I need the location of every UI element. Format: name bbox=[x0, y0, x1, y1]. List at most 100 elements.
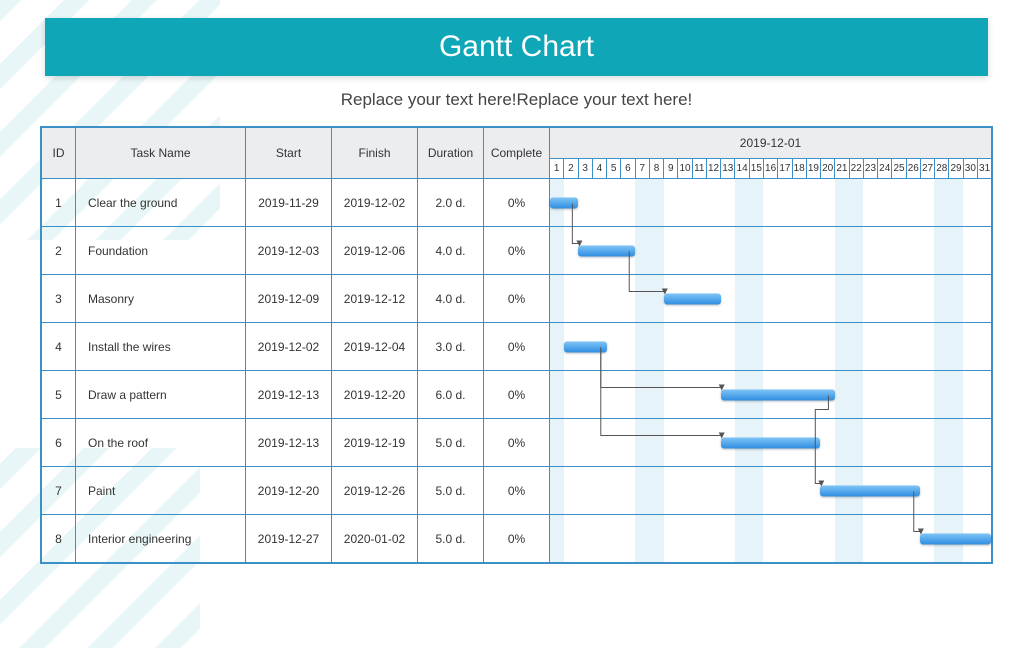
cell-complete: 0% bbox=[484, 227, 550, 275]
timeline-day-label: 7 bbox=[635, 159, 649, 178]
cell-duration: 5.0 d. bbox=[418, 419, 484, 467]
gantt-chart: ID Task Name Start Finish Duration Compl… bbox=[40, 126, 993, 564]
cell-id: 4 bbox=[42, 323, 76, 371]
timeline-cell bbox=[550, 515, 992, 563]
cell-complete: 0% bbox=[484, 467, 550, 515]
timeline-days-header: 1234567891011121314151617181920212223242… bbox=[550, 159, 992, 179]
cell-start: 2019-12-02 bbox=[246, 323, 332, 371]
cell-start: 2019-12-20 bbox=[246, 467, 332, 515]
header-finish: Finish bbox=[332, 128, 418, 179]
cell-duration: 2.0 d. bbox=[418, 179, 484, 227]
timeline-day-label: 24 bbox=[877, 159, 891, 178]
cell-complete: 0% bbox=[484, 371, 550, 419]
gantt-bar[interactable] bbox=[721, 389, 835, 400]
timeline-day-label: 20 bbox=[820, 159, 834, 178]
cell-finish: 2019-12-04 bbox=[332, 323, 418, 371]
cell-task: Foundation bbox=[76, 227, 246, 275]
gantt-bar[interactable] bbox=[721, 437, 821, 448]
timeline-day-label: 2 bbox=[563, 159, 577, 178]
gantt-bar[interactable] bbox=[564, 341, 607, 352]
timeline-day-label: 11 bbox=[692, 159, 706, 178]
gantt-bar[interactable] bbox=[920, 533, 991, 544]
cell-duration: 3.0 d. bbox=[418, 323, 484, 371]
header-id: ID bbox=[42, 128, 76, 179]
cell-duration: 6.0 d. bbox=[418, 371, 484, 419]
timeline-day-label: 13 bbox=[720, 159, 734, 178]
timeline-day-label: 5 bbox=[606, 159, 620, 178]
timeline-day-label: 9 bbox=[663, 159, 677, 178]
cell-finish: 2019-12-02 bbox=[332, 179, 418, 227]
timeline-month-label: 2019-12-01 bbox=[550, 128, 992, 159]
timeline-day-label: 6 bbox=[620, 159, 634, 178]
timeline-day-label: 27 bbox=[920, 159, 934, 178]
gantt-table: ID Task Name Start Finish Duration Compl… bbox=[41, 127, 992, 563]
timeline-day-label: 14 bbox=[734, 159, 748, 178]
cell-task: Paint bbox=[76, 467, 246, 515]
cell-start: 2019-12-13 bbox=[246, 419, 332, 467]
cell-id: 1 bbox=[42, 179, 76, 227]
timeline-day-label: 17 bbox=[777, 159, 791, 178]
header-duration: Duration bbox=[418, 128, 484, 179]
cell-finish: 2019-12-20 bbox=[332, 371, 418, 419]
timeline-day-label: 4 bbox=[592, 159, 606, 178]
cell-id: 7 bbox=[42, 467, 76, 515]
table-row: 8Interior engineering2019-12-272020-01-0… bbox=[42, 515, 992, 563]
timeline-cell bbox=[550, 179, 992, 227]
cell-finish: 2019-12-19 bbox=[332, 419, 418, 467]
cell-finish: 2019-12-06 bbox=[332, 227, 418, 275]
gantt-bar[interactable] bbox=[550, 197, 578, 208]
page-title: Gantt Chart bbox=[45, 18, 988, 76]
table-row: 5Draw a pattern2019-12-132019-12-206.0 d… bbox=[42, 371, 992, 419]
timeline-day-label: 26 bbox=[906, 159, 920, 178]
cell-finish: 2019-12-12 bbox=[332, 275, 418, 323]
cell-task: Interior engineering bbox=[76, 515, 246, 563]
timeline-day-label: 12 bbox=[706, 159, 720, 178]
cell-start: 2019-12-03 bbox=[246, 227, 332, 275]
cell-start: 2019-12-27 bbox=[246, 515, 332, 563]
cell-duration: 5.0 d. bbox=[418, 515, 484, 563]
timeline-day-label: 10 bbox=[677, 159, 691, 178]
cell-start: 2019-12-13 bbox=[246, 371, 332, 419]
timeline-day-label: 18 bbox=[792, 159, 806, 178]
cell-task: Masonry bbox=[76, 275, 246, 323]
timeline-cell bbox=[550, 419, 992, 467]
cell-id: 6 bbox=[42, 419, 76, 467]
timeline-day-label: 25 bbox=[891, 159, 905, 178]
gantt-bar[interactable] bbox=[664, 293, 721, 304]
cell-id: 8 bbox=[42, 515, 76, 563]
cell-duration: 5.0 d. bbox=[418, 467, 484, 515]
cell-complete: 0% bbox=[484, 179, 550, 227]
timeline-day-label: 30 bbox=[963, 159, 977, 178]
timeline-day-label: 1 bbox=[550, 159, 563, 178]
gantt-bar[interactable] bbox=[578, 245, 635, 256]
cell-task: Install the wires bbox=[76, 323, 246, 371]
cell-task: Draw a pattern bbox=[76, 371, 246, 419]
cell-complete: 0% bbox=[484, 419, 550, 467]
timeline-day-label: 19 bbox=[806, 159, 820, 178]
cell-start: 2019-12-09 bbox=[246, 275, 332, 323]
cell-duration: 4.0 d. bbox=[418, 227, 484, 275]
cell-id: 3 bbox=[42, 275, 76, 323]
cell-task: Clear the ground bbox=[76, 179, 246, 227]
page-subtitle: Replace your text here!Replace your text… bbox=[0, 90, 1033, 110]
timeline-day-label: 31 bbox=[977, 159, 991, 178]
gantt-bar[interactable] bbox=[820, 485, 920, 496]
timeline-cell bbox=[550, 227, 992, 275]
table-row: 6On the roof2019-12-132019-12-195.0 d.0% bbox=[42, 419, 992, 467]
header-start: Start bbox=[246, 128, 332, 179]
timeline-day-label: 28 bbox=[934, 159, 948, 178]
timeline-cell bbox=[550, 323, 992, 371]
header-task: Task Name bbox=[76, 128, 246, 179]
timeline-day-label: 8 bbox=[649, 159, 663, 178]
cell-start: 2019-11-29 bbox=[246, 179, 332, 227]
timeline-day-label: 21 bbox=[834, 159, 848, 178]
timeline-day-label: 3 bbox=[578, 159, 592, 178]
cell-finish: 2020-01-02 bbox=[332, 515, 418, 563]
timeline-day-label: 23 bbox=[863, 159, 877, 178]
cell-duration: 4.0 d. bbox=[418, 275, 484, 323]
table-row: 1Clear the ground2019-11-292019-12-022.0… bbox=[42, 179, 992, 227]
cell-id: 2 bbox=[42, 227, 76, 275]
timeline-cell bbox=[550, 371, 992, 419]
table-row: 2Foundation2019-12-032019-12-064.0 d.0% bbox=[42, 227, 992, 275]
cell-complete: 0% bbox=[484, 323, 550, 371]
